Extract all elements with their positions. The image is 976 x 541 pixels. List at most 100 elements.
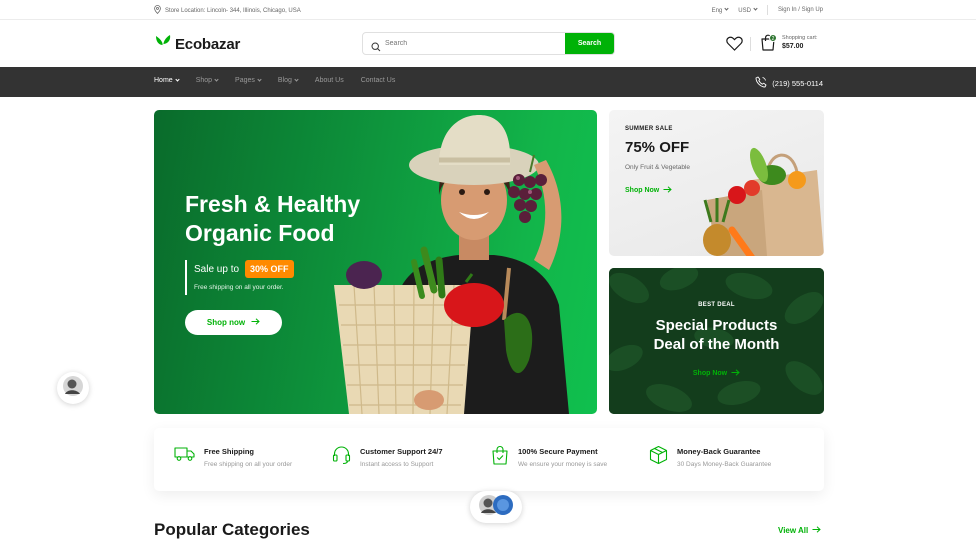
top-bar: Store Location: Lincoln- 344, Illinois, … <box>0 0 976 20</box>
headphones-icon <box>332 445 351 470</box>
feature-title: Money-Back Guarantee <box>677 447 761 456</box>
deal-shop-now-label: Shop Now <box>692 370 728 377</box>
avatar <box>62 375 84 402</box>
best-deal-title-line1: Special Products <box>655 317 778 334</box>
nav-item-contact[interactable]: Contact Us <box>361 77 396 84</box>
store-location-text: Store Location: Lincoln- 344, Illinois, … <box>165 7 301 14</box>
nav-label: Pages <box>235 77 255 84</box>
logo-text: Ecobazar <box>175 35 241 53</box>
feature-subtitle: Free shipping on all your order <box>204 461 293 468</box>
nav-label: About Us <box>314 77 344 84</box>
nav-label: Home <box>154 77 173 84</box>
search-bar: Search <box>362 32 615 55</box>
summer-sale-subtitle: Only Fruit & Vegetable <box>625 164 691 171</box>
chevron-down-icon <box>294 77 299 82</box>
cart-label: Shopping cart: <box>782 35 818 41</box>
language-select[interactable]: Eng <box>711 5 729 14</box>
currency-select[interactable]: USD <box>738 5 758 14</box>
summer-sale-headline: 75% OFF <box>625 139 690 156</box>
phone-contact[interactable]: (219) 555-0114 <box>755 76 823 90</box>
feature-secure-payment: 100% Secure Payment We ensure your money… <box>491 445 607 470</box>
summer-shop-now-link[interactable]: Shop Now <box>625 186 672 195</box>
popular-categories-heading: Popular Categories <box>154 520 310 539</box>
sign-in-link[interactable]: Sign In <box>778 7 797 13</box>
view-all-label: View All <box>778 526 809 535</box>
feature-title: Free Shipping <box>204 447 255 456</box>
chevron-down-icon <box>753 5 758 11</box>
truck-icon <box>174 445 195 467</box>
deal-shop-now-link[interactable]: Shop Now <box>609 369 824 378</box>
hero-title-line2: Organic Food <box>185 220 335 246</box>
hero-title-line1: Fresh & Healthy <box>185 191 361 217</box>
sign-up-link[interactable]: Sign Up <box>802 7 823 13</box>
chevron-down-icon <box>724 5 729 11</box>
feature-subtitle: We ensure your money is save <box>518 461 608 468</box>
chevron-down-icon <box>257 77 262 82</box>
arrow-right-icon <box>812 526 821 535</box>
nav-item-about[interactable]: About Us <box>315 77 344 84</box>
shopping-bag-check-icon <box>491 445 509 470</box>
best-deal-title: Special Products Deal of the Month <box>609 316 824 354</box>
best-deal-card[interactable]: BEST DEAL Special Products Deal of the M… <box>609 268 824 414</box>
arrow-right-icon <box>663 186 672 195</box>
sale-badge: 30% OFF <box>245 260 294 278</box>
nav-label: Blog <box>277 77 292 84</box>
shop-now-label: Shop now <box>206 318 246 327</box>
cart-total: $57.00 <box>782 43 804 50</box>
nav-label: Shop <box>195 77 213 84</box>
feature-title: 100% Secure Payment <box>518 447 598 456</box>
floating-avatar-widget[interactable] <box>57 372 89 404</box>
grocery-bag-image <box>703 147 824 256</box>
arrow-right-icon <box>251 318 260 327</box>
feature-subtitle: 30 Days Money-Back Guarantee <box>677 461 772 468</box>
divider <box>750 37 751 51</box>
shop-now-button[interactable]: Shop now <box>185 310 282 335</box>
phone-number: (219) 555-0114 <box>772 78 823 88</box>
map-pin-icon <box>154 5 161 16</box>
summer-sale-tag: SUMMER SALE <box>625 126 673 132</box>
floating-chat-widget[interactable] <box>470 491 522 523</box>
slash-separator: / <box>798 7 800 13</box>
nav-item-pages[interactable]: Pages <box>235 77 262 84</box>
language-value: Eng <box>711 7 723 14</box>
feature-subtitle: Instant access to Support <box>360 461 434 468</box>
hero-banner: Fresh & Healthy Organic Food Sale up to … <box>154 110 597 414</box>
leaf-icon <box>154 34 172 54</box>
best-deal-tag: BEST DEAL <box>698 302 735 308</box>
nav-item-home[interactable]: Home <box>154 77 180 84</box>
woman-with-vegetable-basket-image <box>334 115 569 414</box>
cart-count-badge: 2 <box>769 34 777 42</box>
view-all-link[interactable]: View All <box>778 526 821 535</box>
feature-free-shipping: Free Shipping Free shipping on all your … <box>174 445 292 468</box>
avatar <box>476 493 516 522</box>
main-nav: Home Shop Pages Blog About Us Contact Us… <box>0 67 976 97</box>
shipping-note: Free shipping on all your order. <box>194 284 284 291</box>
chevron-down-icon <box>214 77 219 82</box>
nav-item-blog[interactable]: Blog <box>277 77 299 84</box>
hero-title: Fresh & Healthy Organic Food <box>185 190 415 248</box>
best-deal-title-line2: Deal of the Month <box>653 336 780 353</box>
chevron-down-icon <box>175 77 180 82</box>
main-header: Ecobazar Search 2 Shopping cart: $57.00 <box>0 20 976 67</box>
phone-icon <box>755 76 767 90</box>
feature-title: Customer Support 24/7 <box>360 447 443 456</box>
nav-item-shop[interactable]: Shop <box>195 77 219 84</box>
cart-summary[interactable]: Shopping cart: $57.00 <box>782 35 817 50</box>
features-bar: Free Shipping Free shipping on all your … <box>154 428 824 491</box>
feature-customer-support: Customer Support 24/7 Instant access to … <box>332 445 443 470</box>
search-input[interactable] <box>363 33 565 54</box>
divider <box>766 5 768 15</box>
sale-label: Sale up to <box>194 263 240 275</box>
search-icon <box>371 39 381 54</box>
summer-shop-now-label: Shop Now <box>625 187 660 194</box>
search-button[interactable]: Search <box>565 33 614 54</box>
feature-money-back: Money-Back Guarantee 30 Days Money-Back … <box>649 445 771 470</box>
nav-label: Contact Us <box>360 77 396 84</box>
sale-info: Sale up to 30% OFF Free shipping on all … <box>185 260 294 295</box>
package-icon <box>649 445 668 470</box>
store-location: Store Location: Lincoln- 344, Illinois, … <box>154 5 301 16</box>
currency-value: USD <box>738 7 751 14</box>
wishlist-heart-icon[interactable] <box>726 36 743 56</box>
logo[interactable]: Ecobazar <box>154 34 240 54</box>
summer-sale-card[interactable]: SUMMER SALE 75% OFF Only Fruit & Vegetab… <box>609 110 824 256</box>
